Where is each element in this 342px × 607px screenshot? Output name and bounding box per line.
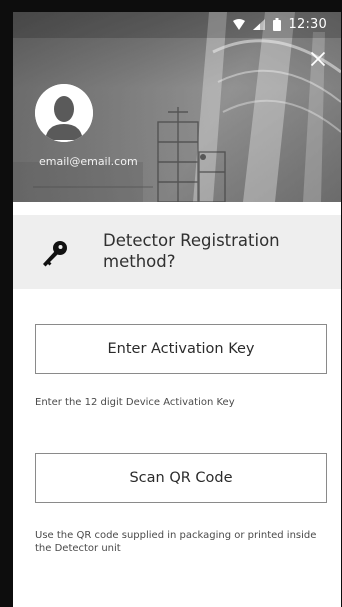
close-icon[interactable] [310,51,326,67]
user-avatar-icon [35,84,93,142]
activation-key-hint: Enter the 12 digit Device Activation Key [35,397,235,408]
app-screen: 12:30 email@email.com Detector Registrat… [13,12,341,607]
user-email: email@email.com [39,155,138,168]
signal-icon [252,19,265,30]
battery-icon [272,18,281,31]
scan-qr-code-button[interactable]: Scan QR Code [35,453,327,503]
qr-code-hint: Use the QR code supplied in packaging or… [35,530,317,554]
status-bar: 12:30 [13,12,341,38]
registration-method-header: Detector Registration method? [13,215,341,289]
close-button[interactable] [305,46,331,72]
device-frame: 12:30 email@email.com Detector Registrat… [0,0,342,607]
registration-method-title: Detector Registration method? [103,231,280,271]
profile-header: 12:30 email@email.com [13,12,341,202]
enter-activation-key-button[interactable]: Enter Activation Key [35,324,327,374]
key-icon [43,241,67,267]
avatar[interactable] [35,84,93,142]
status-time: 12:30 [288,17,327,32]
wifi-icon [232,19,245,30]
